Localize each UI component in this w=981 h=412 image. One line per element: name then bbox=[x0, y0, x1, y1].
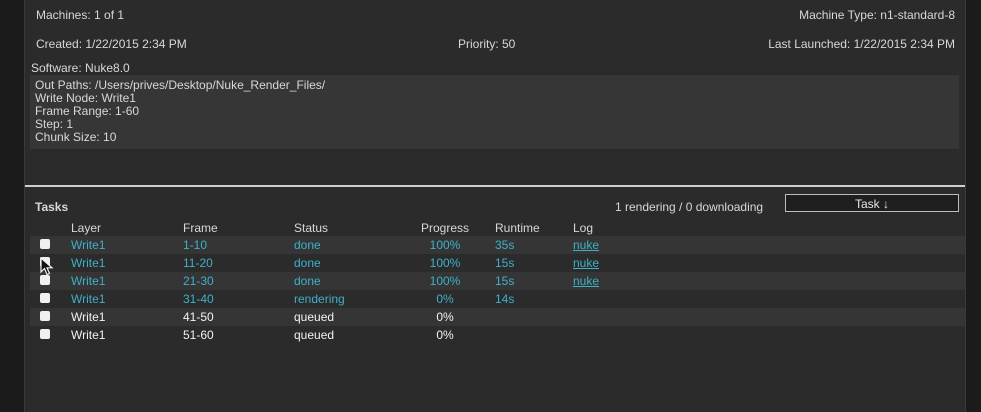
task-status: queued bbox=[294, 310, 335, 324]
task-frame: 41-50 bbox=[183, 310, 214, 324]
task-runtime: 15s bbox=[495, 274, 515, 288]
machine-type: Machine Type: n1-standard-8 bbox=[799, 8, 955, 22]
table-row[interactable]: Write1 51-60 queued 0% bbox=[30, 326, 965, 344]
left-window-frame bbox=[0, 0, 25, 412]
out-paths: Out Paths: /Users/prives/Desktop/Nuke_Re… bbox=[35, 78, 326, 92]
task-status: queued bbox=[294, 328, 335, 342]
task-frame: 21-30 bbox=[183, 274, 214, 288]
last-launched-date: Last Launched: 1/22/2015 2:34 PM bbox=[768, 37, 955, 51]
task-layer: Write1 bbox=[71, 328, 106, 342]
table-row[interactable]: Write1 11-20 done 100% 15s nuke bbox=[30, 254, 965, 272]
table-row[interactable]: Write1 21-30 done 100% 15s nuke bbox=[30, 272, 965, 290]
row-checkbox[interactable] bbox=[40, 239, 50, 249]
task-log-link[interactable]: nuke bbox=[573, 274, 599, 288]
section-divider bbox=[25, 185, 965, 187]
task-status: rendering bbox=[294, 292, 345, 306]
task-layer: Write1 bbox=[71, 292, 106, 306]
task-status: done bbox=[294, 274, 321, 288]
task-frame: 11-20 bbox=[183, 256, 213, 270]
task-progress: 100% bbox=[429, 274, 461, 288]
task-runtime: 14s bbox=[495, 292, 515, 306]
task-runtime: 15s bbox=[495, 256, 515, 270]
column-header-progress[interactable]: Progress bbox=[405, 221, 485, 235]
created-date: Created: 1/22/2015 2:34 PM bbox=[36, 37, 187, 51]
table-row[interactable]: Write1 1-10 done 100% 35s nuke bbox=[30, 236, 965, 254]
priority: Priority: 50 bbox=[458, 37, 516, 51]
row-checkbox[interactable] bbox=[40, 293, 50, 303]
task-frame: 1-10 bbox=[183, 238, 208, 252]
task-log-link[interactable]: nuke bbox=[573, 238, 599, 252]
task-sort-button[interactable]: Task ↓ bbox=[785, 194, 959, 212]
column-header-frame[interactable]: Frame bbox=[183, 221, 218, 235]
task-frame: 51-60 bbox=[183, 328, 214, 342]
column-header-status[interactable]: Status bbox=[294, 221, 328, 235]
task-layer: Write1 bbox=[71, 238, 106, 252]
task-layer: Write1 bbox=[71, 310, 106, 324]
tasks-heading: Tasks bbox=[35, 200, 69, 214]
tasks-table: Layer Frame Status Progress Runtime Log … bbox=[30, 219, 965, 344]
row-checkbox[interactable] bbox=[40, 329, 50, 339]
mouse-cursor-icon bbox=[40, 257, 54, 276]
task-progress: 0% bbox=[436, 310, 454, 324]
column-header-log[interactable]: Log bbox=[573, 221, 593, 235]
software-version: Software: Nuke8.0 bbox=[31, 61, 130, 75]
render-settings-box: Out Paths: /Users/prives/Desktop/Nuke_Re… bbox=[30, 75, 959, 149]
task-layer: Write1 bbox=[71, 274, 106, 288]
task-status: done bbox=[294, 238, 321, 252]
step: Step: 1 bbox=[35, 117, 74, 131]
right-window-frame bbox=[965, 0, 981, 412]
task-frame: 31-40 bbox=[183, 292, 214, 306]
task-log-link[interactable]: nuke bbox=[573, 256, 599, 270]
machines-count: Machines: 1 of 1 bbox=[36, 8, 125, 22]
rendering-summary: 1 rendering / 0 downloading bbox=[615, 200, 764, 214]
column-header-runtime[interactable]: Runtime bbox=[495, 221, 540, 235]
row-checkbox[interactable] bbox=[40, 311, 50, 321]
table-header: Layer Frame Status Progress Runtime Log bbox=[30, 219, 965, 236]
table-row[interactable]: Write1 31-40 rendering 0% 14s bbox=[30, 290, 965, 308]
task-runtime: 35s bbox=[495, 238, 515, 252]
task-progress: 100% bbox=[429, 238, 461, 252]
write-node: Write Node: Write1 bbox=[35, 91, 136, 105]
frame-range: Frame Range: 1-60 bbox=[35, 104, 140, 118]
task-progress: 100% bbox=[429, 256, 461, 270]
task-progress: 0% bbox=[436, 292, 454, 306]
task-layer: Write1 bbox=[71, 256, 106, 270]
chunk-size: Chunk Size: 10 bbox=[35, 130, 117, 144]
column-header-layer[interactable]: Layer bbox=[71, 221, 101, 235]
task-progress: 0% bbox=[436, 328, 454, 342]
task-status: done bbox=[294, 256, 321, 270]
table-row[interactable]: Write1 41-50 queued 0% bbox=[30, 308, 965, 326]
